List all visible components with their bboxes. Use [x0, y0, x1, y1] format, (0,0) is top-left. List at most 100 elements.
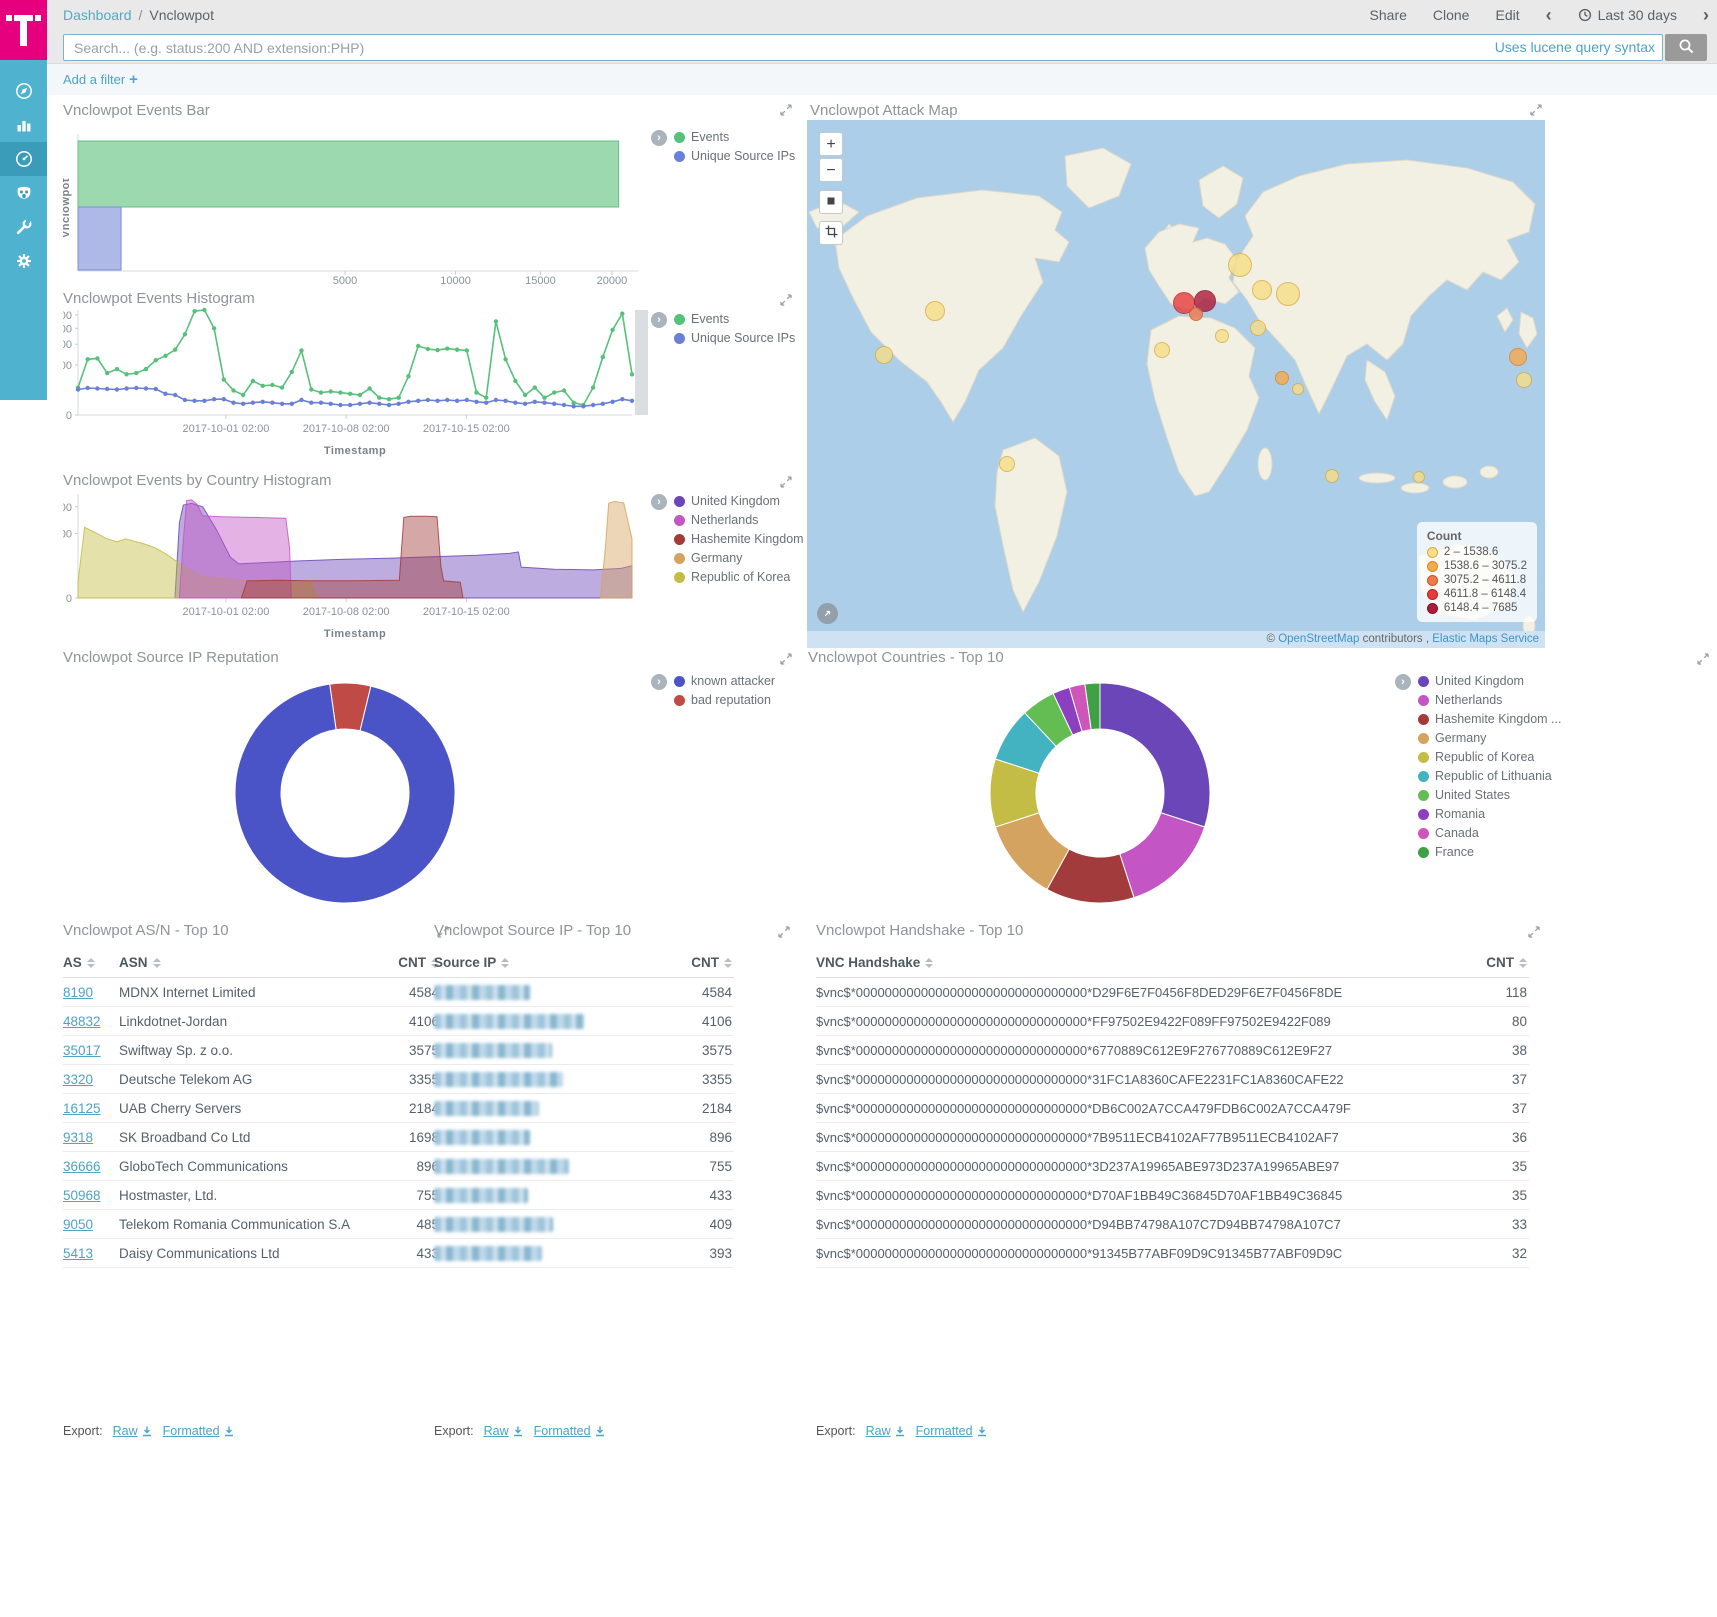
openstreetmap-link[interactable]: OpenStreetMap: [1278, 633, 1359, 645]
expand-icon[interactable]: [1530, 104, 1542, 119]
donut-slice[interactable]: [1120, 813, 1205, 898]
map-bubble[interactable]: [1215, 329, 1229, 343]
map-zoom-in-button[interactable]: +: [819, 132, 843, 156]
legend-item[interactable]: United Kingdom: [674, 494, 817, 508]
export-formatted-link[interactable]: Formatted: [534, 1424, 606, 1438]
bar-segment[interactable]: [78, 207, 121, 270]
sidebar-item-visualize[interactable]: [0, 108, 47, 142]
map-fit-extent-button[interactable]: [819, 190, 843, 214]
add-filter-button[interactable]: Add a filter+: [63, 64, 138, 95]
donut-slice[interactable]: [1100, 683, 1210, 827]
legend-toggle-button[interactable]: ›: [651, 674, 667, 690]
time-range-picker[interactable]: Last 30 days: [1578, 7, 1677, 23]
as-link[interactable]: 9318: [63, 1130, 93, 1145]
export-formatted-link[interactable]: Formatted: [163, 1424, 235, 1438]
map-reset-button[interactable]: [817, 603, 838, 624]
sidebar-item-devtools[interactable]: [0, 210, 47, 244]
time-next-button[interactable]: ›: [1703, 0, 1709, 30]
legend-item[interactable]: Netherlands: [1418, 693, 1561, 707]
sidebar-item-dashboard[interactable]: [0, 142, 47, 176]
expand-icon[interactable]: [780, 653, 792, 668]
telekom-logo[interactable]: [0, 0, 47, 60]
legend-item[interactable]: Hashemite Kingdom ...: [1418, 712, 1561, 726]
column-header-cnt[interactable]: CNT: [1467, 948, 1529, 978]
map-bubble[interactable]: [1325, 469, 1339, 483]
as-link[interactable]: 35017: [63, 1043, 101, 1058]
legend-item[interactable]: Hashemite Kingdom ...: [674, 532, 817, 546]
map-bubble[interactable]: [1292, 383, 1304, 395]
legend-toggle-button[interactable]: ›: [1395, 674, 1411, 690]
share-button[interactable]: Share: [1370, 7, 1407, 23]
map-bubble[interactable]: [1276, 282, 1300, 306]
legend-item[interactable]: Events: [674, 312, 795, 326]
legend-item[interactable]: Unique Source IPs: [674, 149, 795, 163]
legend-item[interactable]: Republic of Korea: [1418, 750, 1561, 764]
column-header-cnt[interactable]: CNT: [662, 948, 734, 978]
map-bubble[interactable]: [1275, 371, 1289, 385]
column-header-source-ip[interactable]: Source IP: [434, 948, 662, 978]
map-bubble[interactable]: [1250, 320, 1266, 336]
clone-button[interactable]: Clone: [1433, 7, 1470, 23]
map-bubble[interactable]: [925, 301, 945, 321]
expand-icon[interactable]: [1528, 926, 1540, 941]
search-button[interactable]: [1665, 34, 1707, 61]
legend-item[interactable]: Unique Source IPs: [674, 331, 795, 345]
map-bubble[interactable]: [1509, 348, 1527, 366]
attack-map[interactable]: + − Count 2 – 1538.61538.6 – 3075.23075.…: [807, 120, 1545, 648]
column-header-as[interactable]: AS: [63, 948, 119, 978]
legend-item[interactable]: France: [1418, 845, 1561, 859]
legend-item[interactable]: United States: [1418, 788, 1561, 802]
elastic-maps-link[interactable]: Elastic Maps Service: [1432, 633, 1539, 645]
legend-toggle-button[interactable]: ›: [651, 312, 667, 328]
as-link[interactable]: 5413: [63, 1246, 93, 1261]
map-zoom-out-button[interactable]: −: [819, 158, 843, 182]
legend-toggle-button[interactable]: ›: [651, 494, 667, 510]
legend-item[interactable]: Germany: [674, 551, 817, 565]
legend-item[interactable]: Republic of Korea: [674, 570, 817, 584]
time-prev-button[interactable]: ‹: [1546, 0, 1552, 30]
expand-icon[interactable]: [780, 476, 792, 491]
legend-item[interactable]: Canada: [1418, 826, 1561, 840]
bar-segment[interactable]: [78, 141, 619, 207]
sort-icon[interactable]: [501, 958, 509, 968]
sort-icon[interactable]: [1519, 958, 1527, 968]
map-bubble[interactable]: [999, 456, 1015, 472]
map-bubble[interactable]: [1228, 253, 1252, 277]
edit-button[interactable]: Edit: [1495, 7, 1519, 23]
legend-item[interactable]: Netherlands: [674, 513, 817, 527]
legend-item[interactable]: known attacker: [674, 674, 775, 688]
legend-item[interactable]: Germany: [1418, 731, 1561, 745]
export-raw-link[interactable]: Raw: [484, 1424, 524, 1438]
map-bubble[interactable]: [1516, 372, 1532, 388]
as-link[interactable]: 36666: [63, 1159, 101, 1174]
legend-item[interactable]: bad reputation: [674, 693, 775, 707]
legend-item[interactable]: Republic of Lithuania: [1418, 769, 1561, 783]
column-header-vnc-handshake[interactable]: VNC Handshake: [816, 948, 1467, 978]
sort-icon[interactable]: [724, 958, 732, 968]
sidebar-item-management[interactable]: [0, 244, 47, 278]
breadcrumb-dashboard-link[interactable]: Dashboard: [63, 7, 132, 23]
sort-icon[interactable]: [925, 958, 933, 968]
expand-icon[interactable]: [1697, 653, 1709, 668]
expand-icon[interactable]: [780, 104, 792, 119]
export-formatted-link[interactable]: Formatted: [916, 1424, 988, 1438]
expand-icon[interactable]: [778, 926, 790, 941]
legend-toggle-button[interactable]: ›: [651, 130, 667, 146]
as-link[interactable]: 3320: [63, 1072, 93, 1087]
legend-item[interactable]: Events: [674, 130, 795, 144]
sort-icon[interactable]: [87, 958, 95, 968]
legend-item[interactable]: United Kingdom: [1418, 674, 1561, 688]
export-raw-link[interactable]: Raw: [866, 1424, 906, 1438]
column-header-asn[interactable]: ASN: [119, 948, 375, 978]
search-input[interactable]: [63, 34, 1663, 61]
sidebar-item-monitoring[interactable]: [0, 176, 47, 210]
sidebar-item-discover[interactable]: [0, 74, 47, 108]
lucene-syntax-link[interactable]: Uses lucene query syntax: [1495, 34, 1655, 61]
map-draw-rectangle-button[interactable]: [819, 221, 843, 245]
as-link[interactable]: 8190: [63, 985, 93, 1000]
as-link[interactable]: 16125: [63, 1101, 101, 1116]
as-link[interactable]: 50968: [63, 1188, 101, 1203]
map-bubble[interactable]: [1413, 471, 1425, 483]
expand-icon[interactable]: [780, 294, 792, 309]
as-link[interactable]: 9050: [63, 1217, 93, 1232]
